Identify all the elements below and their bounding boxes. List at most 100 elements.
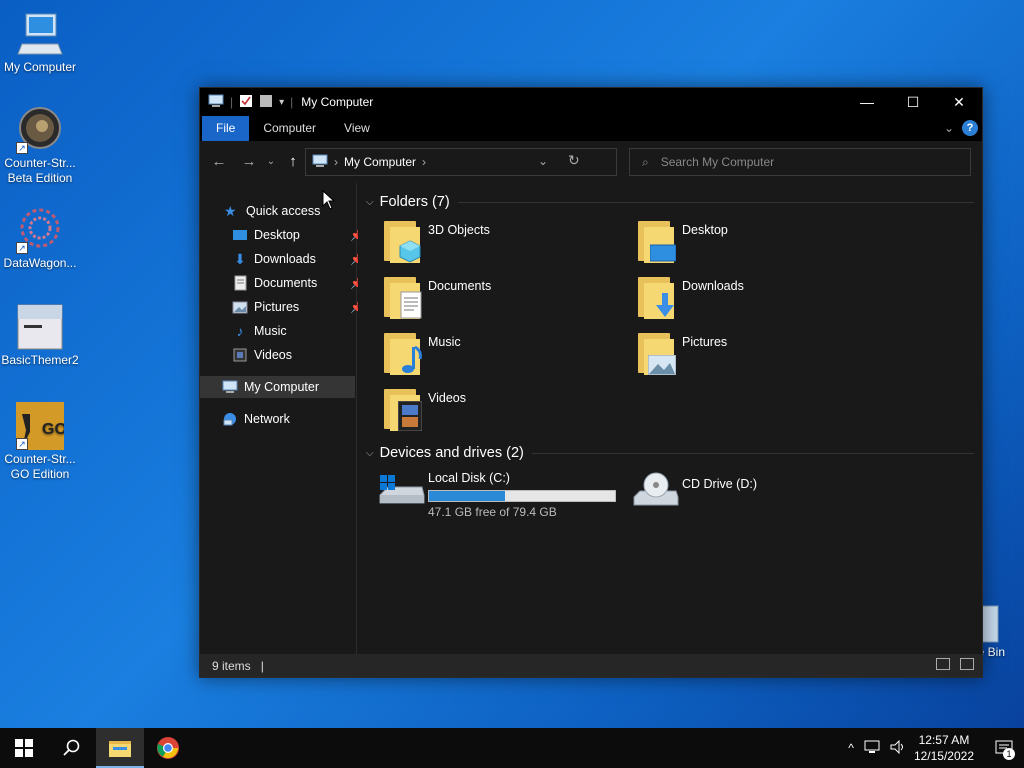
- action-center-button[interactable]: 1: [984, 728, 1024, 768]
- folder-downloads-icon: [636, 275, 676, 319]
- search-icon: ⌕: [642, 154, 649, 169]
- network-status-icon[interactable]: [864, 740, 880, 757]
- pictures-icon: [232, 299, 248, 315]
- desktop-icon-basicthemer2[interactable]: BasicThemer2: [0, 303, 80, 368]
- customize-qa-icon[interactable]: ▾: [279, 97, 284, 108]
- details-view-icon[interactable]: [936, 658, 950, 670]
- sidebar-item-desktop[interactable]: Desktop 📌: [232, 224, 364, 246]
- drive-name: Local Disk (C:): [428, 471, 510, 485]
- sidebar-item-label: Pictures: [254, 300, 300, 314]
- computer-icon: [208, 94, 224, 111]
- desktop-icon-label: Counter-Str...: [4, 452, 76, 466]
- desktop-icon-datawagon[interactable]: ↗ DataWagon...: [0, 206, 80, 271]
- new-folder-icon[interactable]: [259, 94, 273, 111]
- item-count: 9 items: [212, 658, 251, 673]
- sidebar-item-music[interactable]: ♪ Music: [232, 320, 287, 342]
- drive-local-disk-c[interactable]: Local Disk (C:) 47.1 GB free of 79.4 GB: [378, 471, 616, 519]
- sidebar-item-downloads[interactable]: ⬇ Downloads 📌: [232, 248, 364, 270]
- title-bar[interactable]: | ▾ | My Computer — ☐ ✕: [200, 88, 982, 116]
- recent-locations-chevron-icon[interactable]: ⌄: [260, 151, 282, 173]
- back-button[interactable]: ←: [208, 151, 230, 173]
- desktop-icon-csgo[interactable]: GO ↗ Counter-Str... GO Edition: [0, 402, 80, 482]
- desktop-icon-label-line2: Beta Edition: [7, 171, 73, 185]
- desktop-icon-label: My Computer: [3, 60, 77, 74]
- folder-music[interactable]: Music: [382, 331, 461, 375]
- recycle-bin-icon: [980, 604, 1000, 644]
- folder-name: Music: [428, 335, 461, 349]
- desktop-icon-counter-strike-beta[interactable]: ↗ Counter-Str... Beta Edition: [0, 106, 80, 186]
- folder-name: Downloads: [682, 279, 744, 293]
- folder-videos[interactable]: Videos: [382, 387, 466, 431]
- sidebar-item-label: Desktop: [254, 228, 300, 242]
- folder-documents-icon: [382, 275, 422, 319]
- sidebar-item-label: Downloads: [254, 252, 316, 266]
- folder-pictures[interactable]: Pictures: [636, 331, 727, 375]
- clock-date: 12/15/2022: [913, 749, 974, 763]
- folder-music-icon: [382, 331, 422, 375]
- sidebar-item-videos[interactable]: Videos: [232, 344, 292, 366]
- forward-button[interactable]: →: [238, 151, 260, 173]
- folder-desktop-icon: [636, 219, 676, 263]
- properties-icon[interactable]: [239, 94, 253, 111]
- breadcrumb-my-computer[interactable]: My Computer: [344, 155, 416, 169]
- address-bar[interactable]: › My Computer › ⌄ ↻: [305, 148, 617, 176]
- sidebar-item-my-computer[interactable]: My Computer: [200, 376, 355, 398]
- drive-cd-d[interactable]: CD Drive (D:): [632, 471, 757, 515]
- clock[interactable]: 12:57 AM 12/15/2022: [914, 732, 974, 764]
- large-icons-view-icon[interactable]: [960, 658, 974, 670]
- shortcut-arrow-icon: ↗: [16, 142, 28, 154]
- drives-group-header[interactable]: ⌵ Devices and drives (2): [366, 445, 974, 461]
- clock-time: 12:57 AM: [918, 733, 970, 747]
- breadcrumb-separator-icon[interactable]: ›: [334, 155, 338, 169]
- folder-name: 3D Objects: [428, 223, 490, 237]
- sidebar-item-network[interactable]: Network: [222, 408, 290, 430]
- search-placeholder: Search My Computer: [660, 155, 775, 169]
- sidebar-item-pictures[interactable]: Pictures 📌: [232, 296, 364, 318]
- taskbar-file-explorer[interactable]: [96, 728, 144, 768]
- maximize-button[interactable]: ☐: [890, 88, 936, 116]
- desktop-icon-my-computer[interactable]: My Computer: [0, 10, 80, 75]
- tab-file[interactable]: File: [202, 116, 250, 141]
- address-dropdown-icon[interactable]: ⌄: [538, 154, 548, 168]
- taskbar: ^ 12:57 AM 12/15/2022 1: [0, 728, 1024, 768]
- breadcrumb-separator-icon[interactable]: ›: [422, 155, 426, 169]
- sidebar-item-label: My Computer: [244, 380, 320, 394]
- chevron-down-icon: ⌵: [366, 196, 374, 208]
- folder-documents[interactable]: Documents: [382, 275, 491, 319]
- tab-view[interactable]: View: [330, 116, 384, 141]
- status-bar: 9 items |: [200, 654, 982, 677]
- desktop-icon-label-line2: GO Edition: [10, 467, 70, 481]
- folder-name: Documents: [428, 279, 492, 293]
- star-icon: ★: [224, 203, 237, 219]
- search-button[interactable]: [48, 728, 96, 768]
- network-icon: [222, 411, 238, 427]
- computer-icon: [312, 154, 328, 171]
- tab-computer[interactable]: Computer: [249, 116, 330, 141]
- sidebar-item-label: Music: [254, 324, 287, 338]
- help-icon[interactable]: ?: [962, 120, 978, 136]
- hard-drive-icon: [378, 471, 426, 515]
- taskbar-chrome[interactable]: [144, 728, 192, 768]
- search-box[interactable]: ⌕ Search My Computer: [629, 148, 971, 176]
- folder-downloads[interactable]: Downloads: [636, 275, 744, 319]
- minimize-button[interactable]: —: [844, 88, 890, 116]
- sidebar-item-label: Videos: [254, 348, 292, 362]
- notification-count-badge: 1: [1003, 748, 1015, 760]
- volume-icon[interactable]: [890, 739, 906, 757]
- shortcut-arrow-icon: ↗: [16, 242, 28, 254]
- folder-3d-objects-icon: [382, 219, 422, 263]
- sidebar-item-documents[interactable]: Documents 📌: [232, 272, 364, 294]
- close-button[interactable]: ✕: [936, 88, 982, 116]
- download-arrow-icon: ⬇: [234, 251, 246, 267]
- refresh-icon[interactable]: ↻: [568, 152, 580, 169]
- folder-3d-objects[interactable]: 3D Objects: [382, 219, 490, 263]
- navigation-bar: ← → ⌄ ↑ › My Computer › ⌄ ↻ ⌕ Search My …: [200, 141, 982, 183]
- folders-group-header[interactable]: ⌵ Folders (7): [366, 194, 974, 210]
- sidebar-item-quick-access[interactable]: ★ Quick access: [224, 200, 320, 222]
- up-button[interactable]: ↑: [282, 151, 304, 173]
- expand-ribbon-chevron-icon[interactable]: ⌄: [944, 121, 954, 135]
- start-button[interactable]: [0, 728, 48, 768]
- folder-desktop[interactable]: Desktop: [636, 219, 728, 263]
- show-hidden-icons-chevron-icon[interactable]: ^: [848, 741, 854, 755]
- content-pane: ⌵ Folders (7) 3D Objects Desktop Documen…: [358, 183, 982, 656]
